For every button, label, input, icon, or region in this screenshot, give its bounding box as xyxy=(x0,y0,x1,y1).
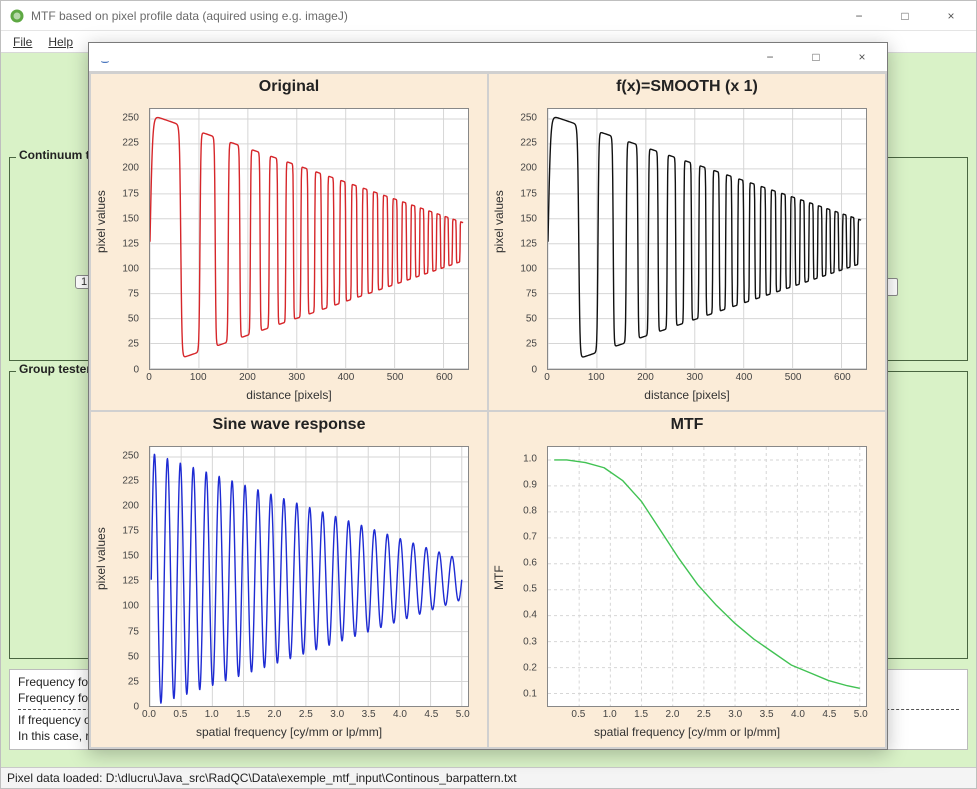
chart-maximize-button[interactable]: □ xyxy=(793,42,839,72)
main-title: MTF based on pixel profile data (aquired… xyxy=(31,9,836,23)
chart-close-button[interactable]: × xyxy=(839,42,885,72)
chart-window: − □ × Original distance [pixels]pixel va… xyxy=(88,42,888,750)
curve xyxy=(554,459,860,687)
status-bar: Pixel data loaded: D:\dlucru\Java_src\Ra… xyxy=(1,767,976,788)
chart-sine: Sine wave response spatial frequency [cy… xyxy=(91,412,487,748)
maximize-button[interactable]: □ xyxy=(882,1,928,31)
y-ticks: 0255075100125150175200225250 xyxy=(497,108,543,370)
plot-area xyxy=(149,108,469,370)
y-ticks: 0255075100125150175200225250 xyxy=(99,446,145,708)
status-text: Pixel data loaded: D:\dlucru\Java_src\Ra… xyxy=(7,771,517,785)
curve xyxy=(151,454,462,703)
window-buttons: − □ × xyxy=(836,1,974,31)
plot-area xyxy=(547,108,867,370)
java-icon xyxy=(97,49,113,65)
x-axis-label: spatial frequency [cy/mm or lp/mm] xyxy=(99,725,479,739)
chart-minimize-button[interactable]: − xyxy=(747,42,793,72)
menu-help[interactable]: Help xyxy=(42,33,79,51)
x-axis-label: distance [pixels] xyxy=(99,388,479,402)
chart-original: Original distance [pixels]pixel values01… xyxy=(91,74,487,410)
x-ticks: 0.00.51.01.52.02.53.03.54.04.55.0 xyxy=(149,709,469,721)
curve xyxy=(548,117,861,356)
y-ticks: 0255075100125150175200225250 xyxy=(99,108,145,370)
chart-titlebar[interactable]: − □ × xyxy=(89,43,887,72)
minimize-button[interactable]: − xyxy=(836,1,882,31)
x-axis-label: spatial frequency [cy/mm or lp/mm] xyxy=(497,725,877,739)
menu-file[interactable]: File xyxy=(7,33,38,51)
chart-original-title: Original xyxy=(91,74,487,98)
chart-mtf: MTF spatial frequency [cy/mm or lp/mm]MT… xyxy=(489,412,885,748)
chart-sine-title: Sine wave response xyxy=(91,412,487,436)
x-ticks: 0100200300400500600 xyxy=(149,372,469,384)
x-ticks: 0100200300400500600 xyxy=(547,372,867,384)
plot-area xyxy=(547,446,867,708)
chart-grid: Original distance [pixels]pixel values01… xyxy=(89,72,887,749)
curve xyxy=(150,118,463,357)
chart-mtf-title: MTF xyxy=(489,412,885,436)
close-button[interactable]: × xyxy=(928,1,974,31)
chart-window-buttons: − □ × xyxy=(747,42,885,72)
app-icon xyxy=(9,8,25,24)
main-titlebar[interactable]: MTF based on pixel profile data (aquired… xyxy=(1,1,976,31)
chart-smooth: f(x)=SMOOTH (x 1) distance [pixels]pixel… xyxy=(489,74,885,410)
y-ticks: 0.10.20.30.40.50.60.70.80.91.0 xyxy=(497,446,543,708)
plot-area xyxy=(149,446,469,708)
chart-smooth-title: f(x)=SMOOTH (x 1) xyxy=(489,74,885,98)
x-axis-label: distance [pixels] xyxy=(497,388,877,402)
x-ticks: 0.51.01.52.02.53.03.54.04.55.0 xyxy=(547,709,867,721)
